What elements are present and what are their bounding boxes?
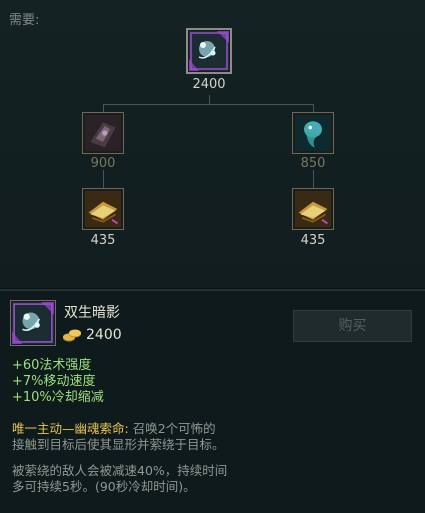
description-text: 多可持续5秒。(90秒冷却时间)。 (12, 479, 196, 494)
item-price: 2400 (62, 325, 122, 345)
description-text: 接触到目标后使其显形并萦绕于目标。 (12, 437, 225, 452)
gold-coins-icon (63, 329, 81, 342)
tree-connector (103, 104, 104, 112)
tree-item-right[interactable] (292, 112, 334, 154)
section-divider (0, 288, 425, 291)
stat-line: +10%冷却缩减 (12, 390, 104, 405)
unique-active-label: 唯一主动—幽魂索命: (12, 421, 129, 436)
item-stats: +60法术强度 +7%移动速度 +10%冷却缩减 (12, 358, 104, 406)
description-text: 召唤2个可怖的 (128, 421, 216, 436)
tree-item-root[interactable] (186, 28, 232, 74)
tree-item-root-cost: 2400 (192, 77, 226, 92)
stat-line: +60法术强度 (12, 358, 92, 373)
item-detail-icon (10, 300, 56, 346)
description-text: 被萦绕的敌人会被减速40%，持续时间 (12, 463, 228, 478)
tree-item-left-child-cost: 435 (90, 233, 116, 248)
spectral-ghost-icon (295, 115, 331, 151)
tree-item-left[interactable] (82, 112, 124, 154)
item-name: 双生暗影 (64, 305, 120, 321)
tree-item-left-child[interactable] (82, 188, 124, 230)
tree-connector (313, 104, 314, 112)
stat-line: +7%移动速度 (12, 374, 96, 389)
dark-tome-icon (85, 115, 121, 151)
buy-button[interactable]: 购买 (293, 310, 412, 342)
tree-connector (103, 104, 314, 105)
twin-shadows-icon (12, 302, 54, 344)
golden-tome-icon (295, 191, 331, 227)
needs-label: 需要: (9, 13, 40, 28)
tree-item-right-child[interactable] (292, 188, 334, 230)
item-price-value: 2400 (86, 327, 122, 343)
tree-connector (103, 170, 104, 188)
tree-item-right-child-cost: 435 (300, 233, 326, 248)
tree-item-right-cost: 850 (300, 156, 326, 171)
tree-connector (313, 170, 314, 188)
golden-tome-icon (85, 191, 121, 227)
twin-shadows-icon (189, 31, 229, 71)
item-description: 唯一主动—幽魂索命: 召唤2个可怖的 接触到目标后使其显形并萦绕于目标。 被萦绕… (12, 421, 262, 501)
tree-item-left-cost: 900 (90, 156, 116, 171)
